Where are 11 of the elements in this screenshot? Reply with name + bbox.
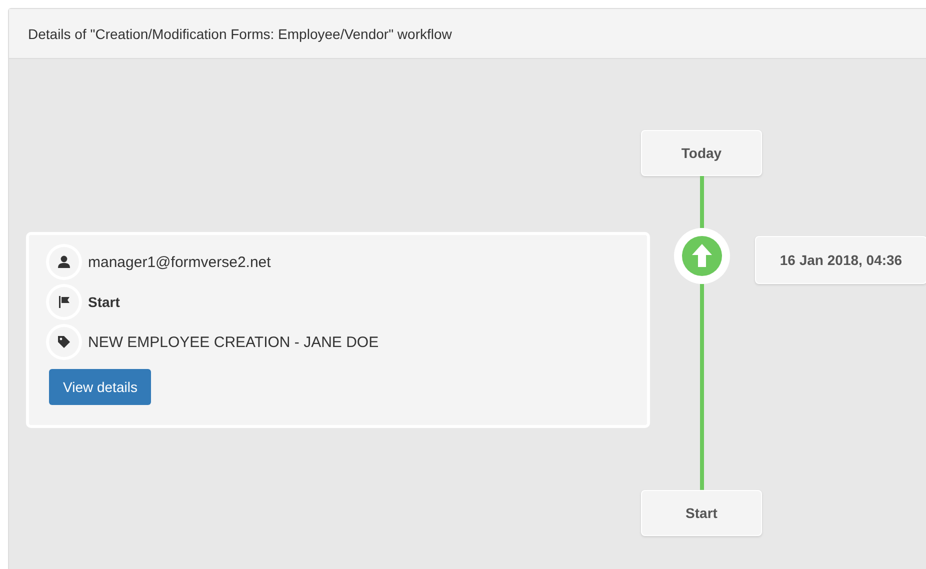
user-icon [49, 247, 79, 277]
user-email: manager1@formverse2.net [88, 254, 271, 270]
start-label: Start [641, 490, 762, 536]
tag-label: NEW EMPLOYEE CREATION - JANE DOE [88, 334, 379, 350]
today-label: Today [641, 130, 762, 176]
panel-title: Details of "Creation/Modification Forms: Employee/Vendor" workflow [28, 26, 452, 42]
view-details-button[interactable]: View details [49, 369, 152, 405]
flag-icon [49, 287, 79, 317]
event-date: 16 Jan 2018, 04:36 [755, 236, 926, 284]
tag-icon [49, 327, 79, 357]
action-label: Start [88, 294, 120, 310]
